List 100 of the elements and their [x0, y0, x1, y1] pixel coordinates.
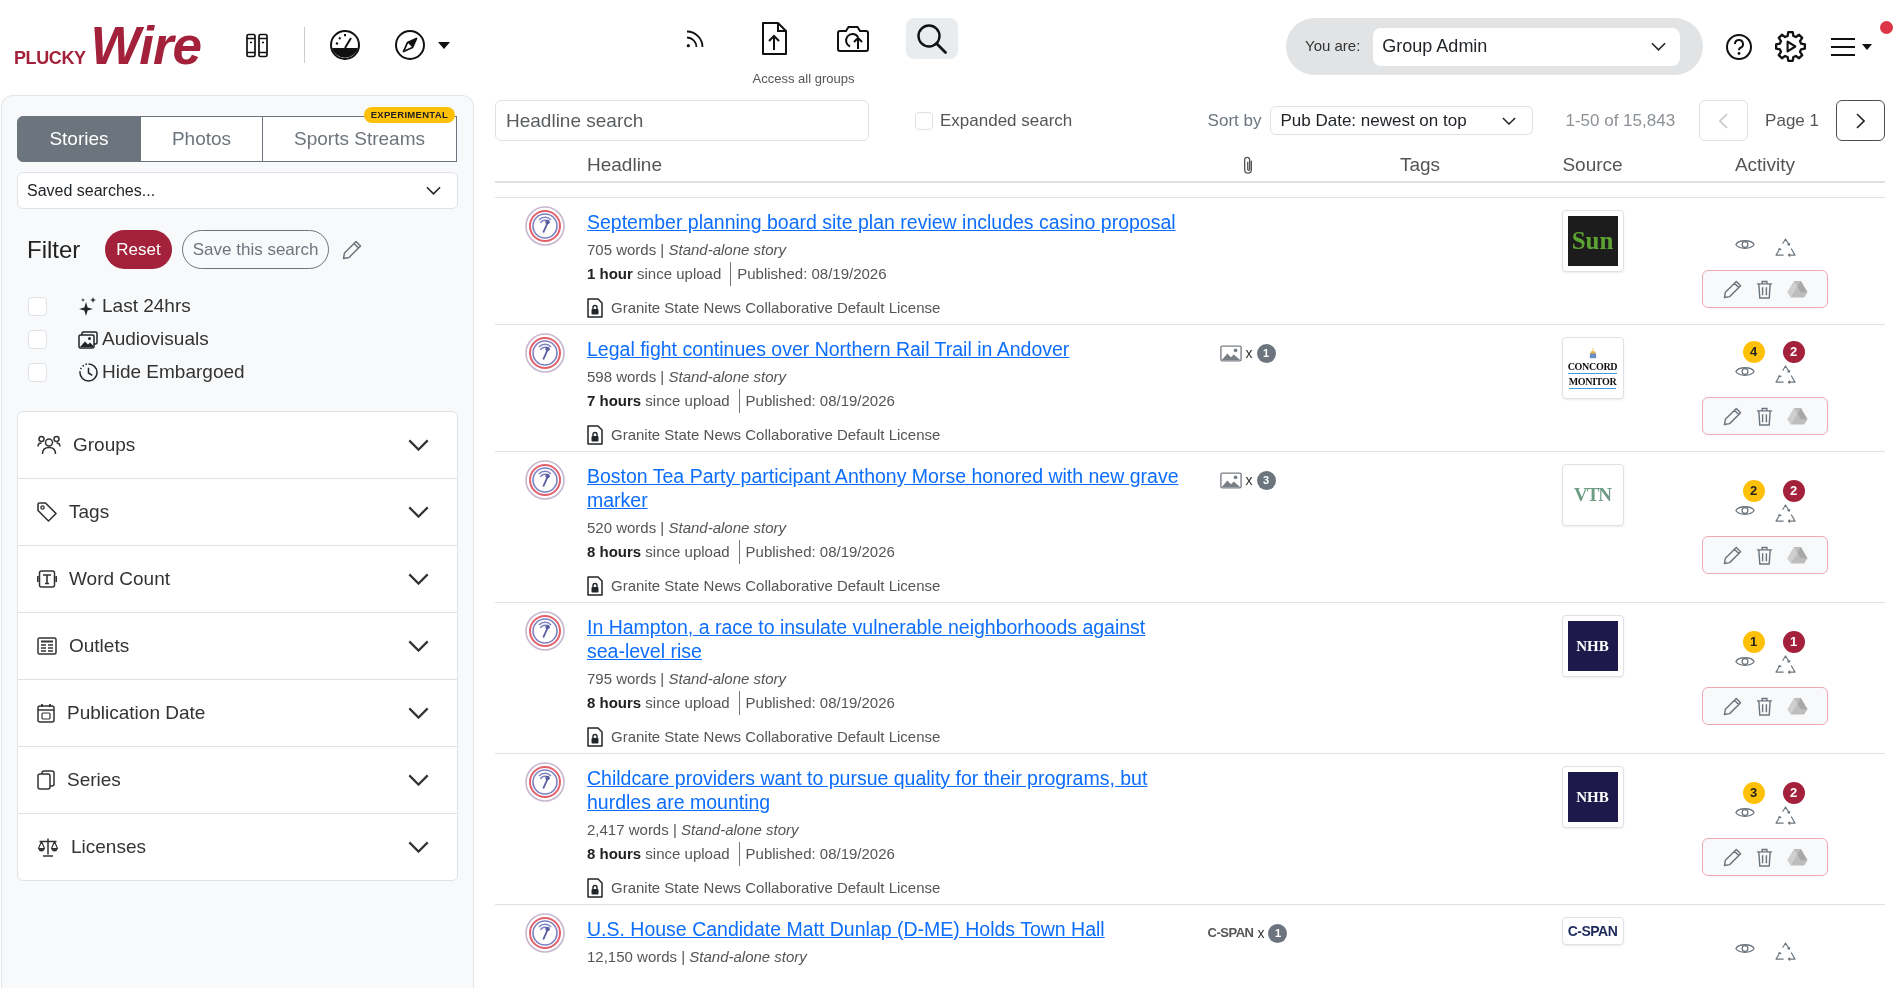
count-badge: 1: [1742, 631, 1765, 653]
eye-icon[interactable]: [1734, 941, 1755, 955]
story-meta: 795 words | Stand-alone story: [587, 669, 788, 689]
count-badge: 1: [1268, 923, 1288, 943]
filter-section-header[interactable]: Tags: [18, 479, 457, 545]
settings-button[interactable]: [1775, 31, 1806, 62]
story-title-link[interactable]: In Hampton, a race to insulate vulnerable neighborhoods against sea-level rise: [587, 615, 1180, 663]
chevron-down-icon: [426, 186, 441, 195]
role-select[interactable]: Group Admin: [1373, 27, 1680, 66]
upload-age: 7 hours since upload: [587, 391, 730, 411]
count-badge: 4: [1742, 341, 1765, 363]
tab[interactable]: Stories: [17, 116, 141, 162]
recycle-icon[interactable]: [1774, 365, 1796, 384]
count-badge: 3: [1256, 470, 1276, 490]
filter-section-header[interactable]: Publication Date: [18, 680, 457, 746]
eye-icon[interactable]: [1734, 655, 1755, 668]
triangle-logo-icon: [1786, 280, 1808, 298]
triangle-logo-icon: [1786, 697, 1808, 715]
sort-label: Sort by: [1207, 109, 1262, 132]
brand-logo[interactable]: PLUCKY Wire: [14, 18, 214, 72]
next-page-button[interactable]: [1836, 100, 1885, 141]
count-badge: 2: [1782, 782, 1805, 804]
help-icon: [1726, 33, 1752, 60]
tab[interactable]: Photos: [140, 116, 263, 162]
filter-section-header[interactable]: Word Count: [18, 546, 457, 612]
clock-icon: [78, 363, 98, 382]
eye-icon[interactable]: [1734, 806, 1755, 819]
logo-text: C-SPAN: [1207, 924, 1254, 943]
story-title-link[interactable]: Boston Tea Party participant Anthony Morse honored with new grave marker: [587, 464, 1180, 512]
recycle-icon[interactable]: [1774, 238, 1796, 257]
eye-icon[interactable]: [1734, 365, 1755, 378]
document-lock-icon: [587, 727, 603, 747]
checkbox[interactable]: [28, 363, 47, 382]
reset-button[interactable]: Reset: [105, 230, 172, 269]
eye-icon[interactable]: [1734, 504, 1755, 517]
headline-search-field[interactable]: Headline search: [495, 100, 869, 141]
story-meta: 2,417 words | Stand-alone story: [587, 820, 800, 840]
gauge-icon: [330, 30, 360, 60]
file-upload-icon: [761, 22, 787, 55]
search-button[interactable]: [906, 18, 958, 59]
chevron-down-icon: [1651, 42, 1666, 51]
count-badge: 1: [1256, 343, 1276, 363]
recycle-icon[interactable]: [1774, 504, 1796, 523]
publish-date: Published: 08/19/2026: [738, 540, 895, 564]
story-title-link[interactable]: Legal fight continues over Northern Rail Trail in Andover: [587, 337, 1070, 361]
checkbox[interactable]: [915, 111, 933, 130]
document-lock-icon: [587, 298, 603, 318]
publish-date: Published: 08/19/2026: [730, 262, 887, 286]
filter-section-header[interactable]: Series: [18, 747, 457, 813]
document-lock-icon: [587, 576, 603, 596]
settings-icon: [1775, 31, 1806, 62]
image-icon: [1219, 344, 1242, 362]
publish-date: Published: 08/19/2026: [738, 389, 895, 413]
paperclip-icon: [1242, 156, 1253, 175]
triangle-logo-icon: [1786, 407, 1808, 425]
count-badge: 3: [1742, 782, 1765, 804]
column-header: Headline: [587, 153, 663, 178]
expanded-search-label: Expanded search: [940, 109, 1073, 132]
logo-wordmark: NHB: [1567, 621, 1618, 671]
upload-age: 8 hours since upload: [587, 542, 730, 562]
feature-badge: EXPERIMENTAL: [363, 107, 455, 123]
recycle-icon[interactable]: [1774, 941, 1796, 961]
eye-icon[interactable]: [1734, 238, 1755, 251]
document-lock-icon: [587, 425, 603, 445]
recycle-icon[interactable]: [1774, 806, 1796, 825]
trash-icon: [1755, 696, 1773, 716]
checkbox[interactable]: [28, 330, 47, 349]
story-title-link[interactable]: September planning board site plan review includes casino proposal: [587, 210, 1176, 234]
story-title-link[interactable]: U.S. House Candidate Matt Dunlap (D-ME) Holds Town Hall: [587, 917, 1105, 941]
pencil-icon: [342, 239, 363, 260]
story-meta: 12,150 words | Stand-alone story: [587, 947, 809, 967]
filter-section-header[interactable]: Licenses: [18, 814, 457, 880]
images-icon: [78, 330, 98, 349]
license-name: Granite State News Collaborative Default License: [611, 575, 941, 596]
pages-icon: [37, 770, 55, 790]
sort-select[interactable]: Pub Date: newest on top: [1270, 106, 1534, 135]
camera-upload-icon: [837, 25, 869, 52]
tag-icon: [37, 502, 57, 522]
story-meta: 705 words | Stand-alone story: [587, 240, 788, 260]
image-icon: [1219, 471, 1242, 489]
saved-searches-select[interactable]: Saved searches...: [17, 172, 458, 209]
round-emblem-icon: [525, 333, 565, 373]
license-name: Granite State News Collaborative Default License: [611, 726, 941, 747]
filter-section-header[interactable]: Outlets: [18, 613, 457, 679]
upload-age: 1 hour since upload: [587, 264, 722, 284]
checkbox[interactable]: [28, 297, 47, 316]
filter-section-header[interactable]: Groups: [18, 412, 457, 478]
story-meta: 598 words | Stand-alone story: [587, 367, 788, 387]
filter-option-label: Hide Embargoed: [102, 360, 245, 385]
pencil-icon: [1722, 279, 1742, 299]
page-number: Page 1: [1765, 109, 1819, 132]
recycle-icon[interactable]: [1774, 655, 1796, 674]
books-icon: [246, 32, 268, 58]
round-emblem-icon: [525, 611, 565, 651]
publish-date: Published: 08/19/2026: [738, 691, 895, 715]
column-header: Tags: [1399, 153, 1441, 178]
help-button[interactable]: [1726, 33, 1752, 60]
story-meta: 520 words | Stand-alone story: [587, 518, 788, 538]
trash-icon: [1755, 847, 1773, 867]
story-title-link[interactable]: Childcare providers want to pursue quality for their programs, but hurdles are mounting: [587, 766, 1180, 814]
